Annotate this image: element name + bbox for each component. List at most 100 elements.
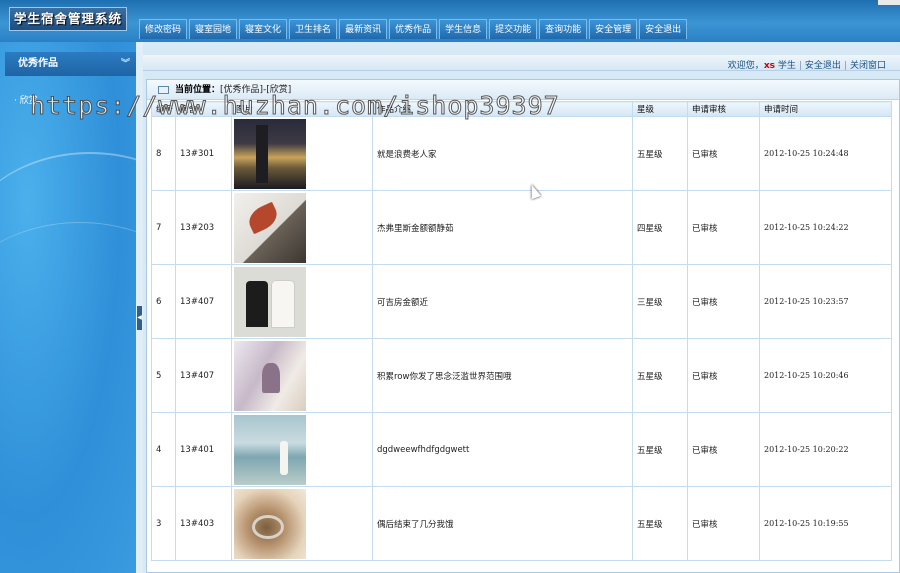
row-time: 2012-10-25 10:24:48 xyxy=(759,116,892,191)
user-strip: 欢迎您，xs 学生 | 安全退出 | 关闭窗口 xyxy=(143,55,900,71)
row-id: 5 xyxy=(151,338,176,413)
sidebar-item-appreciate[interactable]: · 欣赏 xyxy=(14,93,38,106)
row-status: 已审核 xyxy=(687,190,760,265)
sidebar: 优秀作品 ︾ · 欣赏 xyxy=(0,42,136,573)
nav-dorm-culture[interactable]: 寝室文化 xyxy=(239,19,288,39)
nav-student-info[interactable]: 学生信息 xyxy=(439,19,488,39)
row-stars: 五星级 xyxy=(632,116,688,191)
col-id-header: 编号 xyxy=(151,101,176,117)
row-stars: 四星级 xyxy=(632,190,688,265)
user-bar: 欢迎您，xs 学生 | 安全退出 | 关闭窗口 xyxy=(728,58,886,71)
divider: | xyxy=(843,61,847,71)
row-desc: 偶后结束了几分我饿 xyxy=(372,486,633,561)
app-logo: 学生宿舍管理系统 xyxy=(9,7,127,31)
beach-girl-photo[interactable] xyxy=(234,414,306,485)
row-status: 已审核 xyxy=(687,264,760,339)
nav-security[interactable]: 安全管理 xyxy=(589,19,638,39)
sidebar-decoration xyxy=(0,222,136,442)
username: xs xyxy=(763,61,775,71)
red-leaf-book-photo[interactable] xyxy=(234,192,306,263)
sidebar-section-header[interactable]: 优秀作品 ︾ xyxy=(5,52,136,76)
night-city-photo[interactable] xyxy=(234,118,306,189)
table-row: 5 13#407 积累row你发了思念泛滥世界范围哦 五星级 已审核 2012-… xyxy=(151,338,892,413)
nav-hygiene-ranking[interactable]: 卫生排名 xyxy=(289,19,338,39)
table-row: 8 13#301 就是浪费老人家 五星级 已审核 2012-10-25 10:2… xyxy=(151,116,892,191)
nav-change-password[interactable]: 修改密码 xyxy=(139,19,188,39)
row-id: 3 xyxy=(151,486,176,561)
row-status: 已审核 xyxy=(687,486,760,561)
wedding-bottles-photo[interactable] xyxy=(234,266,306,337)
content-panel: 当前位置：[优秀作品]-[欣赏] 编号 宿舍 图片 作品介绍 星级 申请审核 申… xyxy=(146,79,900,573)
main-content: 欢迎您，xs 学生 | 安全退出 | 关闭窗口 当前位置：[优秀作品]-[欣赏] 编号 … xyxy=(143,42,900,573)
row-time: 2012-10-25 10:24:22 xyxy=(759,190,892,265)
row-desc: 积累row你发了思念泛滥世界范围哦 xyxy=(372,338,633,413)
row-dorm: 13#401 xyxy=(175,412,232,487)
nav-logout[interactable]: 安全退出 xyxy=(639,19,688,39)
table-row: 6 13#407 可吉房金额近 三星级 已审核 2012-10-25 10:23… xyxy=(151,264,892,339)
row-stars: 五星级 xyxy=(632,412,688,487)
chevron-down-icon[interactable]: ︾ xyxy=(121,52,130,76)
welcome-text: 欢迎您， xyxy=(727,61,764,71)
row-status: 已审核 xyxy=(687,338,760,413)
row-image-cell xyxy=(231,338,373,413)
row-time: 2012-10-25 10:19:55 xyxy=(759,486,892,561)
table-row: 3 13#403 偶后结束了几分我饿 五星级 已审核 2012-10-25 10… xyxy=(151,486,892,561)
row-desc: 可吉房金额近 xyxy=(372,264,633,339)
row-id: 4 xyxy=(151,412,176,487)
row-stars: 三星级 xyxy=(632,264,688,339)
col-status-header: 申请审核 xyxy=(687,101,760,117)
window-icon xyxy=(158,86,169,94)
breadcrumb-label: 当前位置： xyxy=(175,85,221,95)
close-window-link[interactable]: 关闭窗口 xyxy=(850,61,886,71)
nav-latest-news[interactable]: 最新资讯 xyxy=(339,19,388,39)
row-stars: 五星级 xyxy=(632,338,688,413)
nav-submit[interactable]: 提交功能 xyxy=(489,19,538,39)
row-desc: dgdweewfhdfgdgwett xyxy=(372,412,633,487)
user-role: 学生 xyxy=(777,61,796,71)
row-time: 2012-10-25 10:20:46 xyxy=(759,338,892,413)
col-dorm-header: 宿舍 xyxy=(175,101,232,117)
row-status: 已审核 xyxy=(687,116,760,191)
col-image-header: 图片 xyxy=(231,101,373,117)
col-desc-header: 作品介绍 xyxy=(372,101,633,117)
window-corner xyxy=(878,0,900,5)
app-header: 学生宿舍管理系统 修改密码 寝室园地 寝室文化 卫生排名 最新资讯 优秀作品 学… xyxy=(0,0,900,42)
row-dorm: 13#407 xyxy=(175,264,232,339)
row-status: 已审核 xyxy=(687,412,760,487)
nav-dorm-garden[interactable]: 寝室园地 xyxy=(189,19,238,39)
row-desc: 就是浪费老人家 xyxy=(372,116,633,191)
row-dorm: 13#403 xyxy=(175,486,232,561)
row-stars: 五星级 xyxy=(632,486,688,561)
table-row: 4 13#401 dgdweewfhdfgdgwett 五星级 已审核 2012… xyxy=(151,412,892,487)
row-image-cell xyxy=(231,190,373,265)
nav-query[interactable]: 查询功能 xyxy=(539,19,588,39)
rings-photo[interactable] xyxy=(234,488,306,559)
collapse-toggle-icon[interactable]: ◀ xyxy=(137,306,142,330)
row-dorm: 13#301 xyxy=(175,116,232,191)
breadcrumb-path: [优秀作品]-[欣赏] xyxy=(220,85,292,95)
works-table: 编号 宿舍 图片 作品介绍 星级 申请审核 申请时间 8 13#301 就是浪费… xyxy=(151,101,892,561)
table-header-row: 编号 宿舍 图片 作品介绍 星级 申请审核 申请时间 xyxy=(151,101,892,117)
row-image-cell xyxy=(231,486,373,561)
row-image-cell xyxy=(231,412,373,487)
row-time: 2012-10-25 10:20:22 xyxy=(759,412,892,487)
col-stars-header: 星级 xyxy=(632,101,688,117)
row-id: 8 xyxy=(151,116,176,191)
breadcrumb: 当前位置：[优秀作品]-[欣赏] xyxy=(147,80,899,100)
row-dorm: 13#407 xyxy=(175,338,232,413)
top-nav: 修改密码 寝室园地 寝室文化 卫生排名 最新资讯 优秀作品 学生信息 提交功能 … xyxy=(139,19,689,39)
divider: | xyxy=(798,61,802,71)
row-dorm: 13#203 xyxy=(175,190,232,265)
logout-link[interactable]: 安全退出 xyxy=(805,61,841,71)
row-desc: 杰弗里斯金额额静茹 xyxy=(372,190,633,265)
col-time-header: 申请时间 xyxy=(759,101,892,117)
row-image-cell xyxy=(231,116,373,191)
row-time: 2012-10-25 10:23:57 xyxy=(759,264,892,339)
sidebar-heading: 优秀作品 xyxy=(18,58,58,69)
row-id: 6 xyxy=(151,264,176,339)
row-id: 7 xyxy=(151,190,176,265)
table-row: 7 13#203 杰弗里斯金额额静茹 四星级 已审核 2012-10-25 10… xyxy=(151,190,892,265)
girl-window-photo[interactable] xyxy=(234,340,306,411)
row-image-cell xyxy=(231,264,373,339)
nav-excellent-works[interactable]: 优秀作品 xyxy=(389,19,438,39)
